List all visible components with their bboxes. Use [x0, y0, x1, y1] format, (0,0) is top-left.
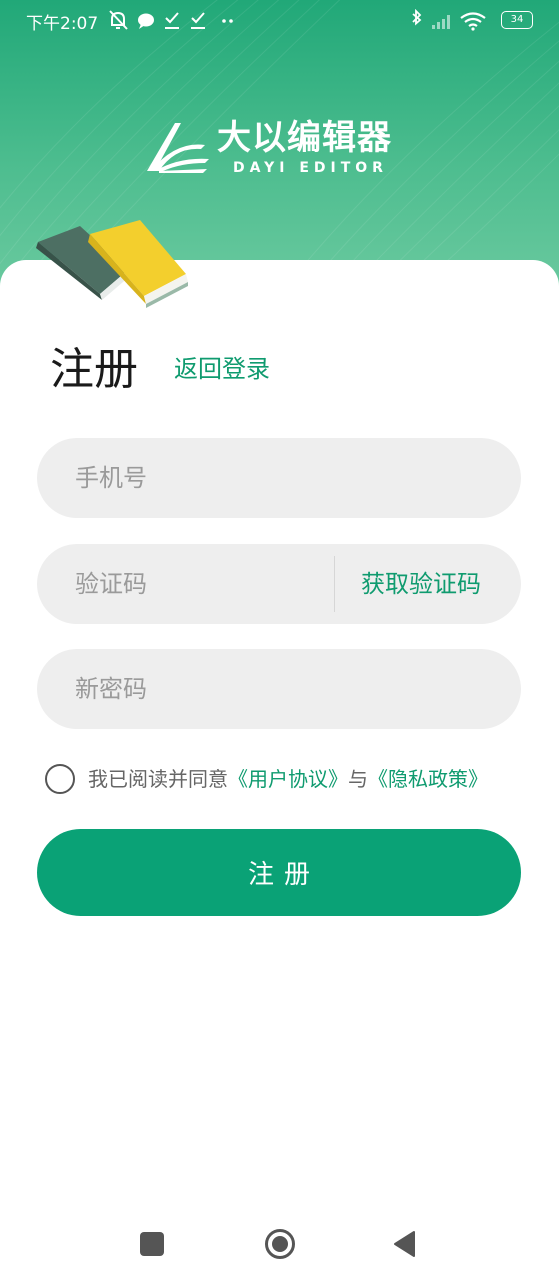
- new-password-input[interactable]: [75, 649, 485, 729]
- books-illustration-icon: [36, 220, 188, 308]
- page-title: 注册: [50, 344, 138, 395]
- register-button[interactable]: 注册: [37, 829, 521, 916]
- logo-title: 大以编辑器: [217, 118, 392, 158]
- new-password-field[interactable]: [37, 649, 521, 729]
- home-icon[interactable]: [264, 1228, 296, 1260]
- battery-icon: 34: [501, 11, 533, 29]
- verification-code-field[interactable]: 获取验证码: [37, 544, 521, 624]
- wifi-icon: [460, 12, 486, 31]
- status-left-icons: [109, 10, 233, 30]
- signal-icon: [432, 15, 450, 29]
- phone-field[interactable]: [37, 438, 521, 518]
- recent-apps-icon[interactable]: [140, 1232, 164, 1256]
- back-icon[interactable]: [392, 1230, 418, 1258]
- status-time: 下午2:07: [26, 14, 99, 34]
- agreement-row: 我已阅读并同意《用户协议》与《隐私政策》: [45, 762, 535, 796]
- agreement-text: 我已阅读并同意《用户协议》与《隐私政策》: [88, 762, 488, 796]
- bluetooth-icon: [412, 9, 422, 26]
- code-divider: [334, 556, 335, 612]
- logo-subtitle: DAYI EDITOR: [233, 160, 388, 176]
- chat-bubble-icon: [138, 13, 154, 29]
- phone-input[interactable]: [75, 438, 485, 518]
- back-to-login-link[interactable]: 返回登录: [174, 353, 270, 385]
- status-bar: 下午2:07 34: [0, 0, 559, 42]
- battery-level: 34: [510, 14, 524, 25]
- more-dots-icon: [222, 19, 233, 23]
- status-right-icons: [412, 9, 486, 31]
- agreement-checkbox[interactable]: [45, 764, 75, 794]
- mute-bell-icon: [109, 10, 128, 30]
- logo-mark-icon: [147, 123, 209, 173]
- check-download-icon: [165, 12, 179, 29]
- agreement-prefix: 我已阅读并同意: [88, 767, 228, 791]
- agreement-conjunction: 与: [348, 767, 368, 791]
- check-download-icon: [191, 12, 205, 29]
- system-nav-bar: [0, 1210, 559, 1280]
- app-logo: 大以编辑器 DAYI EDITOR: [145, 117, 405, 179]
- get-code-button[interactable]: 获取验证码: [361, 544, 481, 624]
- privacy-policy-link[interactable]: 《隐私政策》: [368, 767, 488, 791]
- verification-code-input[interactable]: [75, 544, 325, 624]
- user-agreement-link[interactable]: 《用户协议》: [228, 767, 348, 791]
